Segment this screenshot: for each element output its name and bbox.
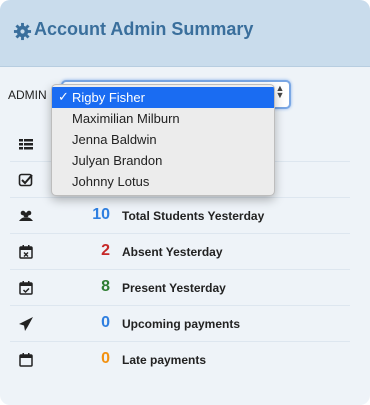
stat-value: 8	[101, 278, 110, 295]
checkmark-icon: ✓	[58, 89, 69, 104]
stat-label: Total Students Yesterday	[122, 209, 265, 223]
users-icon	[19, 210, 33, 221]
send-icon	[19, 317, 33, 331]
stat-row: 0 Late payments	[10, 342, 350, 377]
admin-dropdown-menu: ✓ Rigby Fisher Maximilian Milburn Jenna …	[51, 84, 275, 196]
stat-value: 0	[101, 314, 110, 331]
dropdown-option[interactable]: Julyan Brandon	[52, 150, 274, 171]
list-icon	[19, 139, 33, 150]
stat-value: 2	[101, 242, 110, 259]
stat-row: 0 Upcoming payments	[10, 306, 350, 342]
stat-label: Present Yesterday	[122, 281, 226, 295]
stat-row: 8 Present Yesterday	[10, 270, 350, 306]
calendar-check-icon	[19, 281, 33, 295]
gear-icon	[13, 22, 32, 41]
calendar-x-icon	[19, 245, 33, 259]
stat-row: 2 Absent Yesterday	[10, 234, 350, 270]
dropdown-option[interactable]: ✓ Rigby Fisher	[52, 87, 274, 108]
stat-label: Upcoming payments	[122, 317, 241, 331]
select-arrows-icon: ▲ ▼	[275, 83, 285, 100]
dropdown-option[interactable]: Maximilian Milburn	[52, 108, 274, 129]
stat-label: Late payments	[122, 353, 207, 367]
stat-value: 0	[101, 350, 110, 367]
panel-title: Account Admin Summary	[34, 19, 254, 39]
panel-header: Account Admin Summary	[0, 0, 370, 67]
calendar-icon	[19, 353, 33, 367]
stat-row: 10 Total Students Yesterday	[10, 198, 350, 234]
checkbox-icon	[18, 173, 33, 187]
stat-value: 10	[92, 206, 110, 223]
account-admin-summary-panel: Account Admin Summary ADMIN ▲ ▼ 10 Total…	[0, 0, 370, 405]
dropdown-option[interactable]: Jenna Baldwin	[52, 129, 274, 150]
dropdown-option[interactable]: Johnny Lotus	[52, 171, 274, 192]
admin-label: ADMIN	[8, 88, 47, 102]
stat-label: Absent Yesterday	[122, 245, 223, 259]
